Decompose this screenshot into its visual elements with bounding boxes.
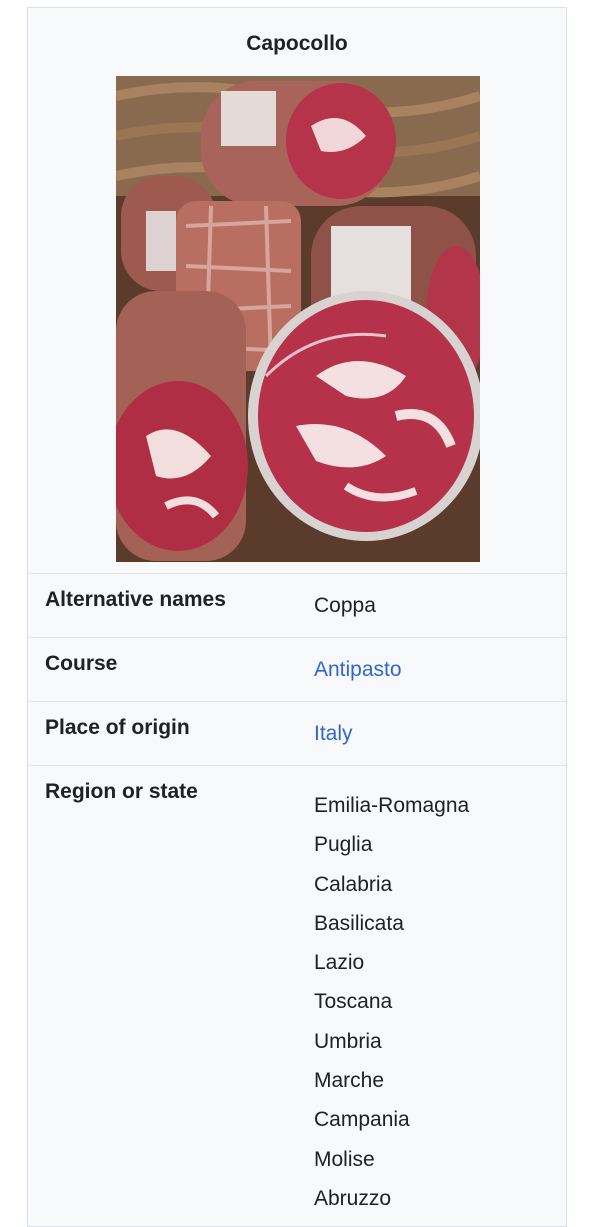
divider: [28, 701, 566, 702]
region-item: Marche: [314, 1069, 385, 1093]
infobox-title: Capocollo: [246, 32, 348, 55]
divider: [28, 573, 566, 574]
region-item: Lazio: [314, 951, 365, 975]
row-label: Alternative names: [45, 588, 226, 611]
capocollo-photo-art: [116, 76, 480, 562]
region-item: Abruzzo: [314, 1186, 392, 1210]
row-value: Coppa: [314, 594, 376, 617]
region-item: Campania: [314, 1108, 410, 1132]
row-label: Course: [45, 652, 118, 675]
region-item: Puglia: [314, 833, 373, 857]
infobox: Capocollo Alternative names Coppa Course…: [27, 7, 567, 1227]
antipasto-link[interactable]: Antipasto: [314, 658, 402, 682]
divider: [28, 765, 566, 766]
italy-link[interactable]: Italy: [314, 722, 353, 746]
row-label: Region or state: [45, 780, 198, 803]
region-item: Basilicata: [314, 911, 404, 935]
capocollo-photo[interactable]: [116, 76, 480, 562]
row-label: Place of origin: [45, 716, 190, 739]
region-item: Molise: [314, 1147, 375, 1171]
region-list: Emilia-Romagna Puglia Calabria Basilicat…: [314, 786, 469, 1218]
divider: [28, 637, 566, 638]
region-item: Umbria: [314, 1029, 382, 1053]
region-item: Calabria: [314, 872, 393, 896]
region-item: Toscana: [314, 990, 393, 1014]
region-item: Emilia-Romagna: [314, 794, 470, 817]
